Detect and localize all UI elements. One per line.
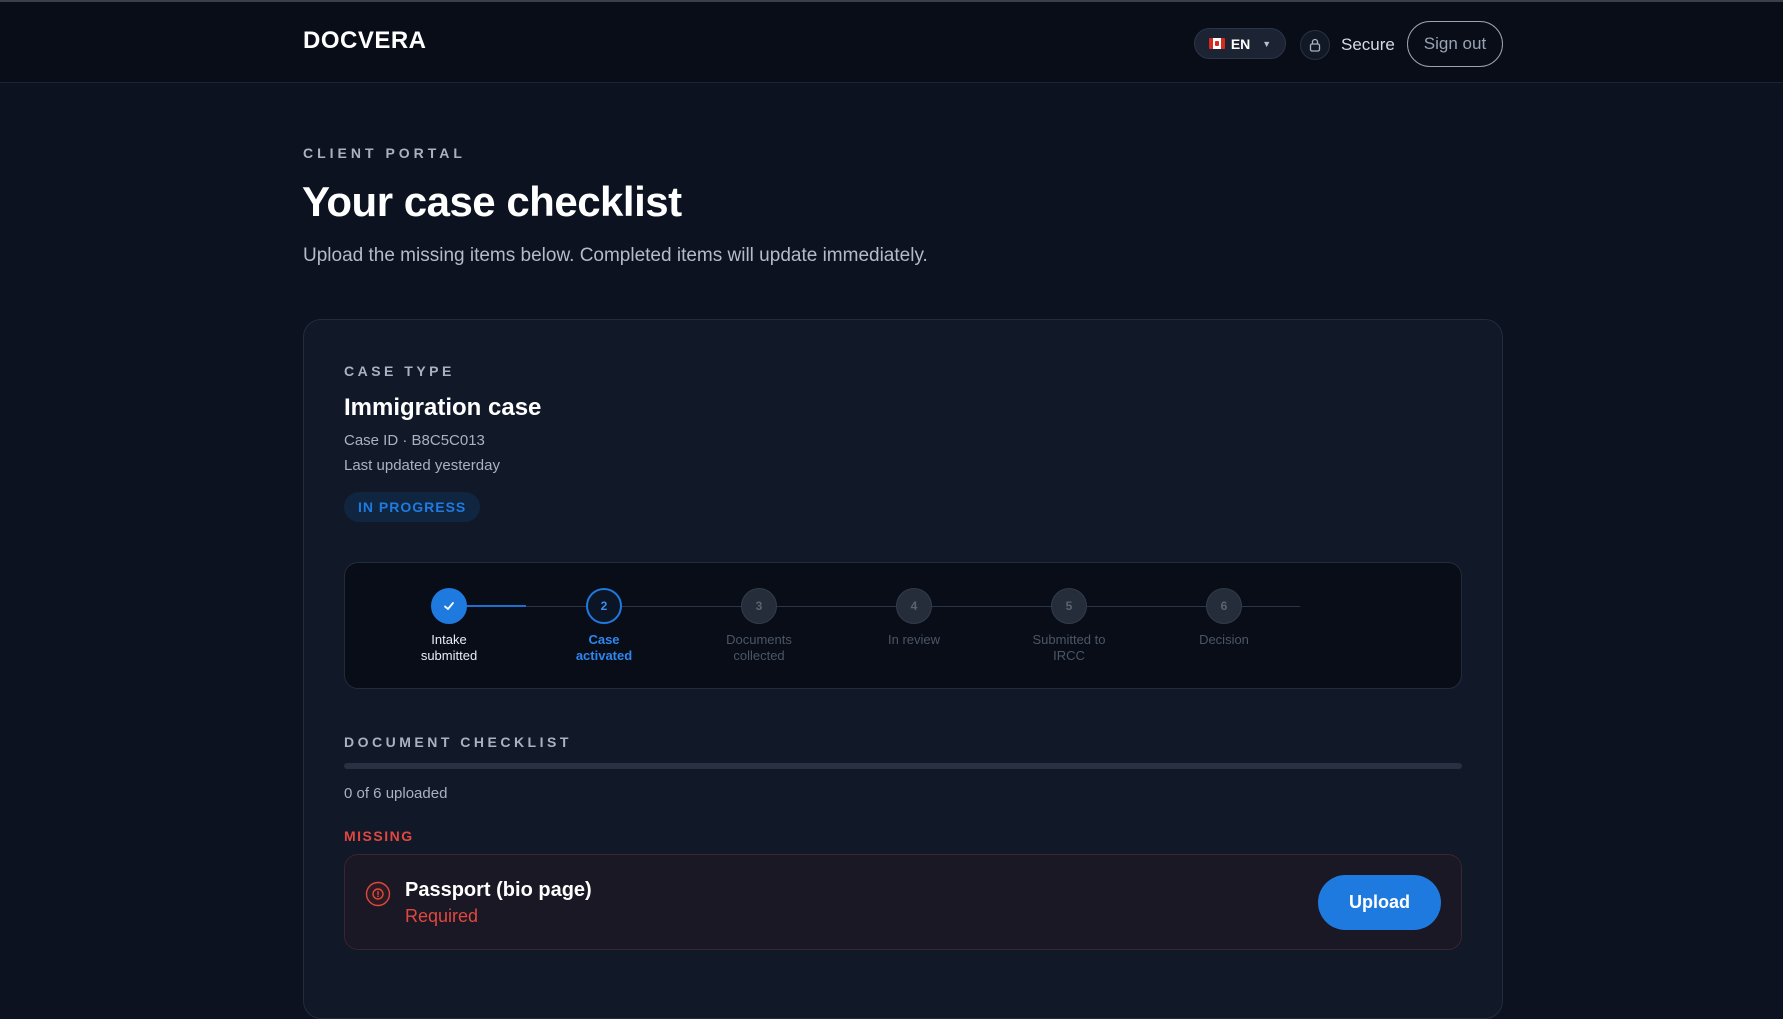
step-case-activated: 2 Case activated [534, 588, 674, 664]
step-number: 3 [741, 588, 777, 624]
step-submitted-to-ircc: 5 Submitted to IRCC [999, 588, 1139, 664]
document-name: Passport (bio page) [405, 879, 592, 901]
language-label: EN [1230, 35, 1251, 52]
page-title: Your case checklist [302, 178, 682, 225]
step-in-review: 4 In review [844, 588, 984, 648]
secure-label: Secure [1341, 35, 1395, 54]
last-updated: Last updated yesterday [344, 457, 500, 474]
step-label: Documents collected [726, 632, 792, 663]
checklist-progress-text: 0 of 6 uploaded [344, 785, 448, 802]
top-bar: DOCVERA EN ▼ Secure Sign out [0, 0, 1783, 83]
missing-section-label: MISSING [344, 828, 414, 844]
lock-icon [1300, 30, 1330, 60]
brand-logo[interactable]: DOCVERA [303, 27, 427, 55]
case-id: Case ID · B8C5C013 [344, 432, 485, 449]
page-subtitle: Upload the missing items below. Complete… [303, 245, 928, 266]
case-card: CASE TYPE Immigration case Case ID · B8C… [303, 319, 1503, 1019]
checklist-progress-bar [344, 763, 1462, 769]
step-label: Case activated [575, 632, 633, 663]
step-number: 6 [1206, 588, 1242, 624]
case-type-label: CASE TYPE [344, 363, 455, 379]
chevron-down-icon: ▼ [1262, 38, 1272, 49]
step-documents-collected: 3 Documents collected [689, 588, 829, 664]
step-intake-submitted: Intake submitted [379, 588, 519, 664]
step-number: 4 [896, 588, 932, 624]
step-decision: 6 Decision [1154, 588, 1294, 648]
progress-stepper: Intake submitted 2 Case activated 3 Docu… [344, 562, 1462, 689]
step-label: Submitted to IRCC [1032, 632, 1106, 663]
sign-out-button[interactable]: Sign out [1407, 21, 1503, 67]
status-badge: IN PROGRESS [344, 492, 481, 522]
language-selector[interactable]: EN ▼ [1194, 28, 1286, 59]
alert-circle-icon [365, 881, 391, 907]
step-label: In review [887, 632, 941, 647]
list-item: Passport (bio page) Required Upload [344, 854, 1462, 950]
step-number: 5 [1051, 588, 1087, 624]
upload-button[interactable]: Upload [1318, 875, 1441, 930]
section-eyebrow: CLIENT PORTAL [303, 145, 466, 161]
step-number: 2 [586, 588, 622, 624]
step-label: Decision [1199, 632, 1249, 647]
canada-flag-icon [1208, 38, 1225, 49]
case-title: Immigration case [344, 394, 542, 421]
document-checklist-label: DOCUMENT CHECKLIST [344, 734, 572, 750]
check-icon [431, 588, 467, 624]
step-label: Intake submitted [420, 632, 478, 663]
document-status: Required [405, 906, 479, 926]
